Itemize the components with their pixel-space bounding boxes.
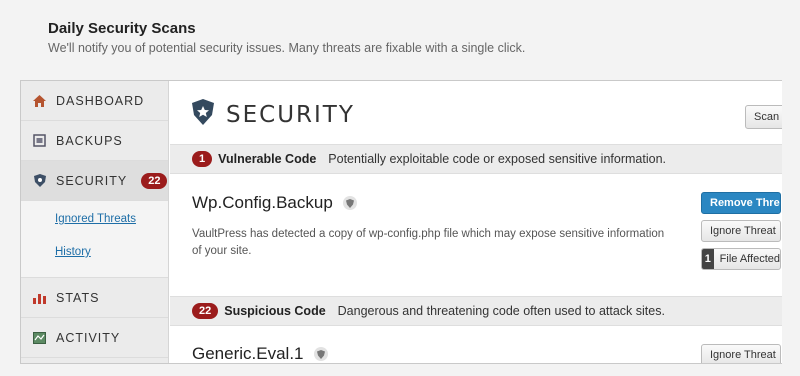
category-name: Vulnerable Code [218, 152, 317, 166]
threat-title: Wp.Config.Backup [192, 193, 333, 212]
files-count: 1 [702, 249, 714, 269]
category-bar-vulnerable: 1 Vulnerable Code Potentially exploitabl… [170, 144, 782, 174]
category-description: Potentially exploitable code or exposed … [328, 152, 666, 166]
sidebar-item-activity[interactable]: Activity [21, 318, 168, 358]
shield-icon [33, 174, 46, 187]
backups-icon [33, 134, 46, 147]
category-name: Suspicious Code [224, 304, 326, 318]
sidebar-item-label: Backups [56, 133, 123, 148]
threat-name: Generic.Eval.1 [192, 344, 328, 363]
sidebar-item-stats[interactable]: Stats [21, 278, 168, 318]
files-label: File Affected [719, 253, 780, 265]
threat-title: Generic.Eval.1 [192, 344, 304, 363]
threat-description: VaultPress has detected a copy of wp-con… [192, 228, 665, 257]
sidebar-item-label: Activity [56, 330, 121, 345]
ignore-threat-button[interactable]: Ignore Threat [701, 220, 781, 242]
sidebar-link-ignored-threats[interactable]: Ignored Threats [55, 205, 168, 238]
page-title: SECURITY [226, 101, 355, 128]
intro-title: Daily Security Scans [48, 20, 196, 37]
scan-button[interactable]: Scan [745, 105, 782, 129]
category-count-badge: 1 [192, 151, 213, 167]
sidebar-link-history[interactable]: History [55, 238, 168, 271]
sidebar-item-label: Stats [56, 290, 100, 305]
sidebar-item-dashboard[interactable]: Dashboard [21, 81, 168, 121]
remove-threat-button[interactable]: Remove Threat [701, 192, 781, 214]
category-count-badge: 22 [192, 303, 219, 319]
files-affected-button[interactable]: 1 File Affected [701, 248, 781, 270]
sidebar-item-label: Dashboard [56, 93, 145, 108]
bar-chart-icon [33, 291, 46, 304]
intro-subtitle: We'll notify you of potential security i… [48, 41, 526, 55]
category-description: Dangerous and threatening code often use… [337, 304, 665, 318]
security-count-badge: 22 [141, 172, 168, 189]
sidebar: Dashboard Backups Security 22 Ignored Th… [21, 81, 169, 363]
threat-name: Wp.Config.Backup [192, 193, 357, 213]
security-main: SECURITY Scan 1 Vulnerable Code Potentia… [170, 81, 782, 363]
security-submenu: Ignored Threats History [21, 201, 168, 278]
sidebar-item-backups[interactable]: Backups [21, 121, 168, 161]
threat-shield-icon [342, 196, 357, 210]
sidebar-item-security[interactable]: Security 22 [21, 161, 168, 201]
threat-shield-icon [313, 347, 328, 361]
security-header: SECURITY [192, 99, 355, 130]
category-bar-suspicious: 22 Suspicious Code Dangerous and threate… [170, 296, 782, 326]
security-shield-icon [192, 99, 214, 130]
home-icon [33, 94, 46, 107]
activity-icon [33, 331, 46, 344]
sidebar-item-label: Security [56, 173, 128, 188]
ignore-threat-button[interactable]: Ignore Threat [701, 344, 781, 363]
vaultpress-panel: Dashboard Backups Security 22 Ignored Th… [20, 80, 782, 364]
